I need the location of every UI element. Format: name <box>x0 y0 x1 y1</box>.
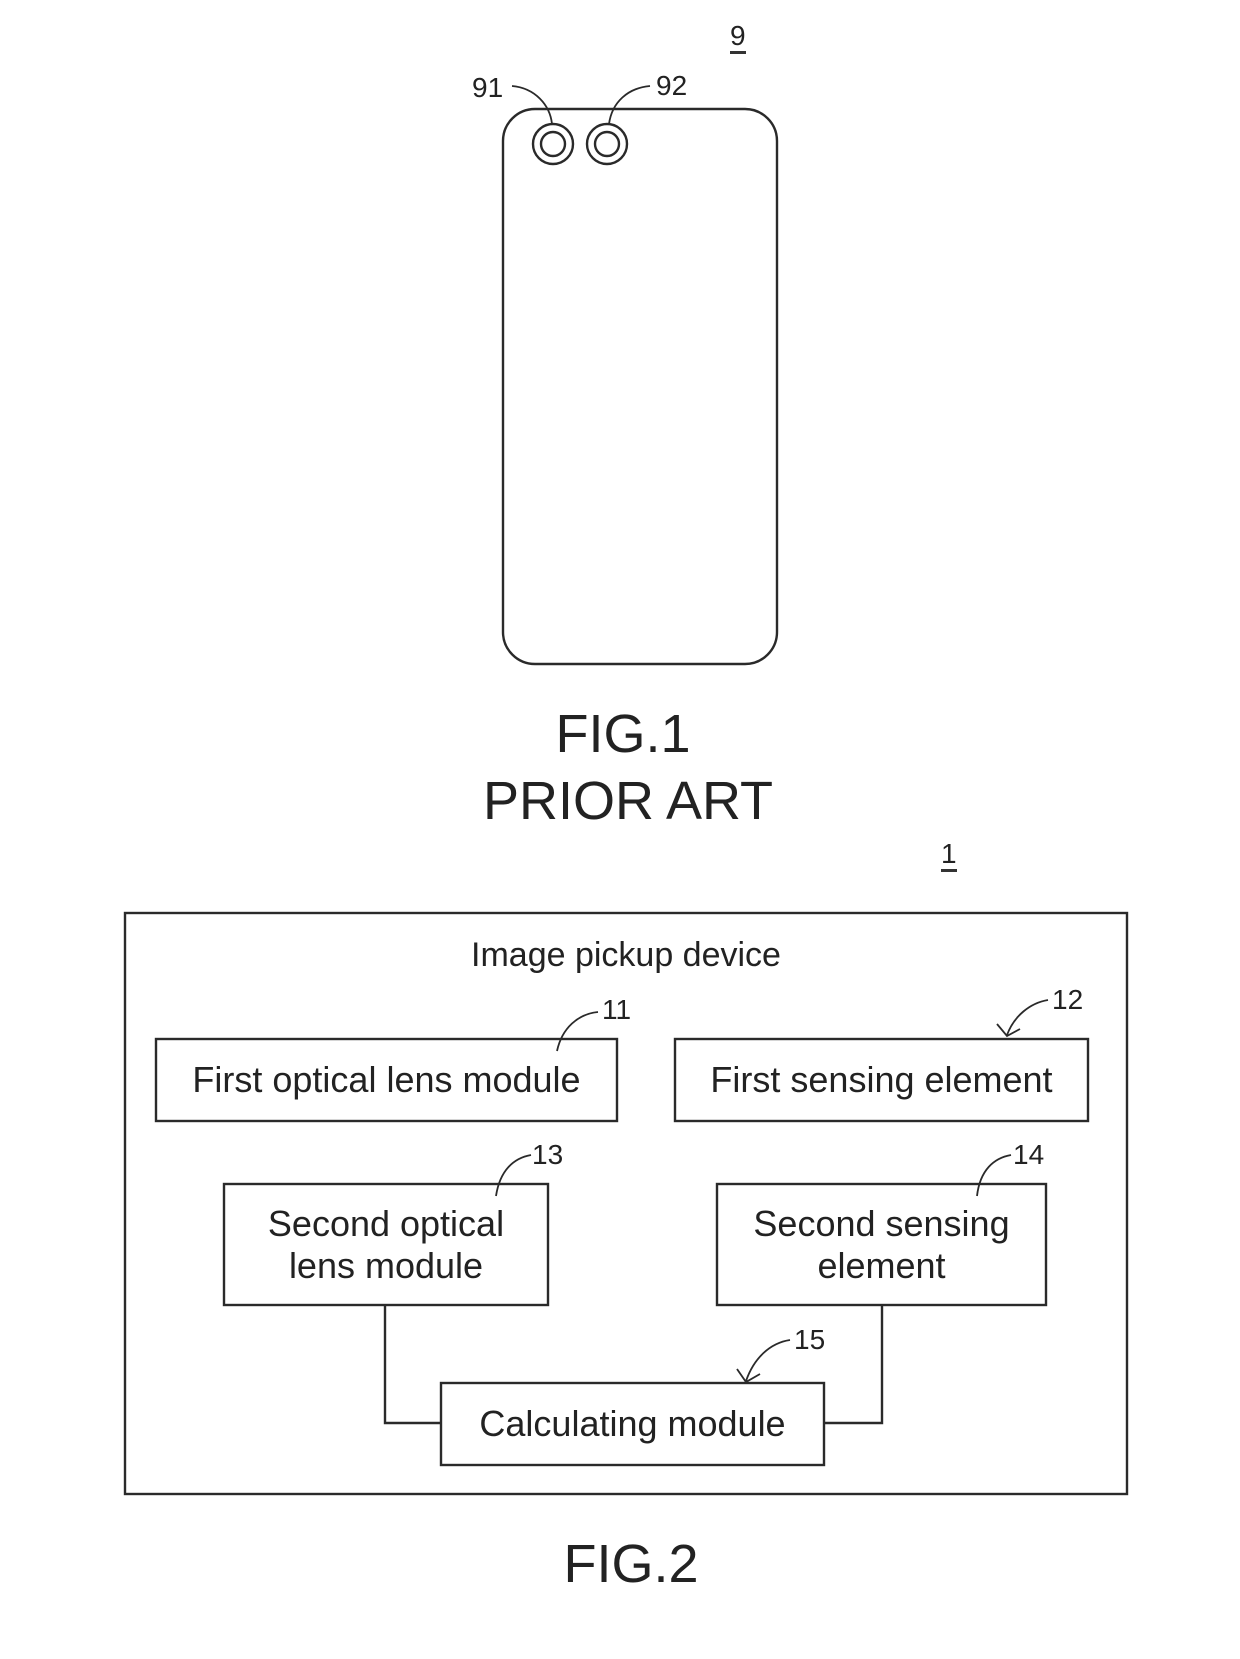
leader-arrow-12 <box>996 999 1049 1038</box>
block-15-label: Calculating module <box>479 1403 786 1444</box>
block-14-second-sensing-element: Second sensing element <box>717 1184 1046 1305</box>
phone-body <box>501 107 779 666</box>
connector-13-to-15 <box>383 1305 441 1425</box>
container-title: Image pickup device <box>471 936 781 974</box>
block-15-ref: 15 <box>794 1324 826 1355</box>
lens-92 <box>585 122 629 166</box>
leader-arrow-15 <box>736 1339 791 1384</box>
block-14-label-line2: element <box>817 1244 946 1286</box>
leader-line-91 <box>511 85 553 125</box>
block-13-ref: 13 <box>532 1139 564 1170</box>
block-12-label: First sensing element <box>710 1059 1053 1100</box>
fig1-caption: FIG.1 <box>555 704 691 764</box>
leader-line-92 <box>608 85 651 125</box>
fig2-reference-numeral: 1 <box>941 840 957 872</box>
block-13-label-line2: lens module <box>288 1244 484 1286</box>
block-13-label-line1: Second optical <box>267 1202 505 1244</box>
block-13-second-optical-lens-module: Second optical lens module <box>224 1184 548 1305</box>
block-14-label-line1: Second sensing <box>753 1202 1010 1244</box>
lens-92-label: 92 <box>656 70 688 101</box>
patent-drawing-sheet: 9 91 92 FIG.1 PRIOR ART 1 Image pickup d… <box>0 0 1240 1659</box>
fig1-prior-art-label: PRIOR ART <box>482 771 774 831</box>
fig1-reference-numeral: 9 <box>730 22 746 54</box>
connector-14-to-15 <box>824 1305 884 1425</box>
block-14-ref: 14 <box>1013 1139 1045 1170</box>
fig2-caption: FIG.2 <box>563 1534 699 1594</box>
block-11-label: First optical lens module <box>192 1059 581 1100</box>
lens-91 <box>531 122 575 166</box>
block-15-calculating-module: Calculating module <box>441 1383 824 1465</box>
block-12-first-sensing-element: First sensing element <box>675 1039 1088 1121</box>
block-11-first-optical-lens-module: First optical lens module <box>156 1039 617 1121</box>
block-11-ref: 11 <box>602 994 632 1025</box>
lens-91-label: 91 <box>472 72 504 103</box>
block-12-ref: 12 <box>1052 984 1084 1015</box>
